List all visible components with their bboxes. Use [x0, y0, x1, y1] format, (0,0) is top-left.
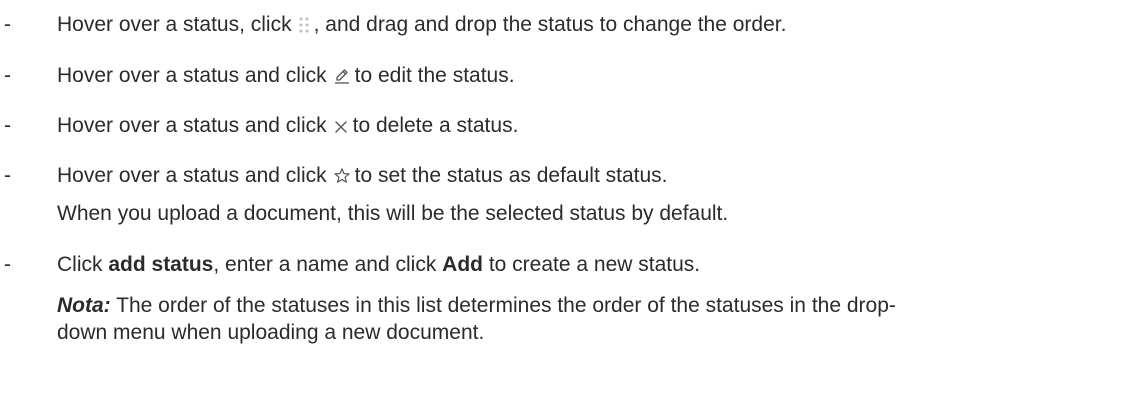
add-label: Add: [442, 253, 483, 276]
item-text: to create a new status.: [483, 253, 701, 276]
item-text-after: to delete a status.: [352, 114, 519, 137]
bullet-dash: -: [4, 253, 11, 276]
document-page: - Hover over a status, click , and drag a…: [0, 0, 1138, 397]
drag-handle-icon: [298, 16, 310, 34]
bullet-dash: -: [4, 13, 11, 36]
item-text-after: , and drag and drop the status to change…: [313, 13, 787, 36]
bullet-dash: -: [4, 64, 11, 87]
bullet-dash: -: [4, 164, 11, 187]
note-label: Nota:: [57, 294, 111, 317]
item-text-after: to edit the status.: [354, 64, 515, 87]
item-text: , enter a name and click: [213, 253, 443, 276]
pencil-icon: [333, 67, 351, 85]
close-icon: [333, 119, 349, 135]
bullet-dash: -: [4, 114, 11, 137]
item-text-before: Hover over a status and click: [57, 64, 327, 87]
item-text-before: Hover over a status and click: [57, 164, 327, 187]
add-status-label: add status: [108, 253, 214, 276]
item-continuation: When you upload a document, this will be…: [57, 202, 729, 225]
item-text-after: to set the status as default status.: [354, 164, 668, 187]
star-icon: [333, 167, 351, 185]
note-text-line-2: down menu when uploading a new document.: [57, 321, 485, 344]
note-text-line-1: The order of the statuses in this list d…: [110, 294, 896, 317]
item-text: Click: [57, 253, 109, 276]
note: Nota: The order of the statuses in this …: [57, 293, 896, 319]
item-text-before: Hover over a status and click: [57, 114, 327, 137]
item-text-before: Hover over a status, click: [57, 13, 292, 36]
